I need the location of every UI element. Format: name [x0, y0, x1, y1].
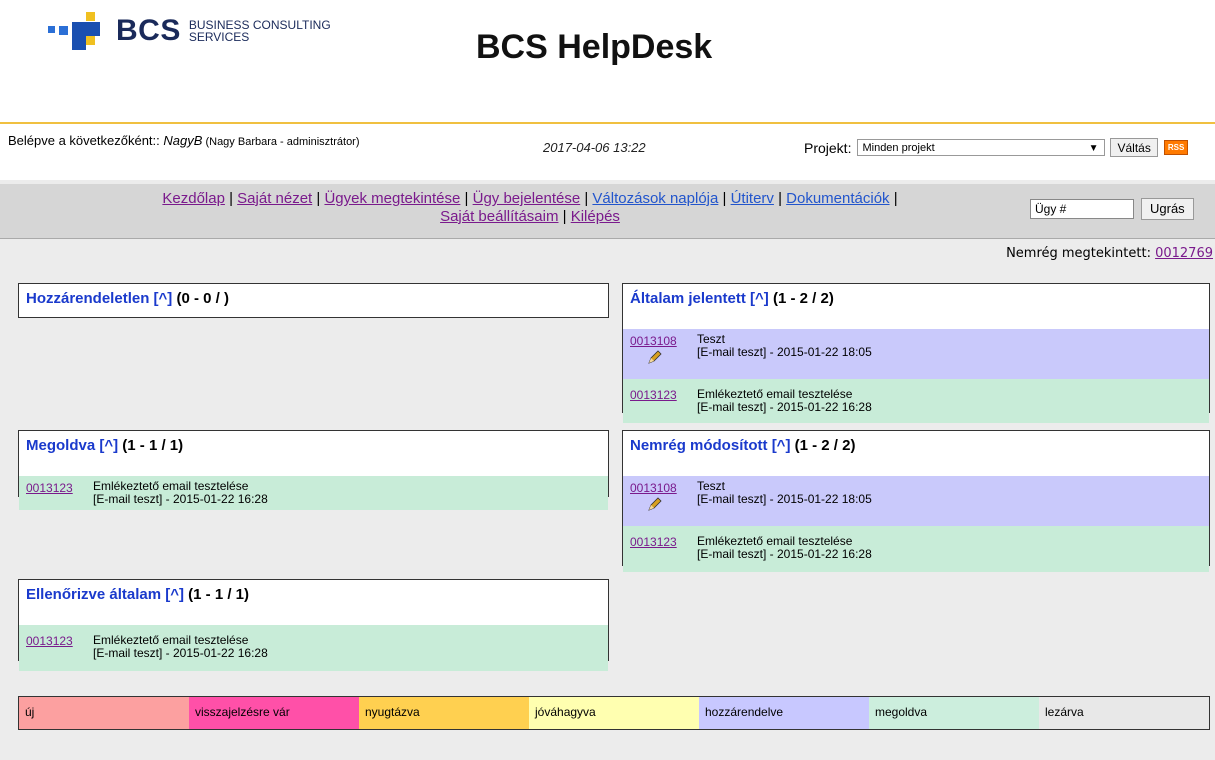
logo-subtitle: BUSINESS CONSULTING SERVICES [188, 18, 331, 44]
issue-meta: [E-mail teszt] - 2015-01-22 18:05 [697, 492, 872, 506]
list-item: 0013123 Emlékeztető email tesztelése [E-… [19, 625, 608, 671]
legend-acknowledged: nyugtázva [359, 697, 529, 729]
box-title: Általam jelentett [^] (1 - 2 / 2) [630, 290, 834, 307]
issue-id-link[interactable]: 0013123 [630, 388, 677, 402]
edit-pencil-icon[interactable] [647, 496, 663, 512]
legend-new: új [19, 697, 189, 729]
box-reported: Általam jelentett [^] (1 - 2 / 2) 001310… [622, 283, 1210, 423]
header: BCS BUSINESS CONSULTING SERVICES BCS Hel… [0, 0, 1215, 122]
box-title: Ellenőrizve általam [^] (1 - 1 / 1) [26, 586, 250, 603]
collapse-toggle[interactable]: [^] [99, 437, 118, 454]
box-title: Hozzárendeletlen [^] (0 - 0 / ) [26, 290, 229, 307]
issue-meta: [E-mail teszt] - 2015-01-22 16:28 [697, 400, 872, 414]
box-unassigned: Hozzárendeletlen [^] (0 - 0 / ) [18, 283, 609, 318]
list-item: 0013123 Emlékeztető email tesztelése [E-… [623, 526, 1209, 572]
collapse-toggle[interactable]: [^] [750, 290, 769, 307]
user-bar: Belépve a következőként:: NagyB (Nagy Ba… [0, 122, 1215, 180]
issue-number-input[interactable]: Ügy # [1030, 199, 1134, 219]
box-title-link[interactable]: Megoldva [26, 437, 95, 454]
status-legend: új visszajelzésre vár nyugtázva jóváhagy… [18, 696, 1210, 730]
issue-meta: [E-mail teszt] - 2015-01-22 16:28 [93, 646, 268, 660]
issue-id-link[interactable]: 0013108 [630, 334, 677, 348]
current-datetime: 2017-04-06 13:22 [543, 140, 646, 155]
username: NagyB [163, 133, 203, 148]
collapse-toggle[interactable]: [^] [772, 437, 791, 454]
logo-text: BCS [116, 14, 181, 47]
nav-links: Kezdőlap | Saját nézet | Ügyek megtekint… [162, 190, 898, 225]
app-title: BCS HelpDesk [476, 28, 713, 66]
box-resolved: Megoldva [^] (1 - 1 / 1) 0013123 Emlékez… [18, 430, 609, 510]
project-label: Projekt: [804, 139, 852, 156]
list-item: 0013123 Emlékeztető email tesztelése [E-… [19, 476, 608, 510]
box-title-link[interactable]: Hozzárendeletlen [26, 290, 149, 307]
recently-viewed: Nemrég megtekintett: 0012769 [1006, 246, 1213, 261]
box-title-link[interactable]: Nemrég módosított [630, 437, 768, 454]
nav-report-issue[interactable]: Ügy bejelentése [473, 190, 581, 207]
nav-changelog[interactable]: Változások naplója [592, 190, 718, 207]
box-title: Nemrég módosított [^] (1 - 2 / 2) [630, 437, 856, 454]
nav-logout[interactable]: Kilépés [571, 208, 620, 225]
box-verified: Ellenőrizve általam [^] (1 - 1 / 1) 0013… [18, 579, 609, 671]
issue-id-link[interactable]: 0013108 [630, 481, 677, 495]
login-info: Belépve a következőként:: NagyB (Nagy Ba… [8, 133, 360, 149]
project-select[interactable]: Minden projekt ▼ [857, 139, 1106, 156]
collapse-toggle[interactable]: [^] [165, 586, 184, 603]
box-title-link[interactable]: Ellenőrizve általam [26, 586, 161, 603]
nav-my-account[interactable]: Saját beállításaim [440, 208, 558, 225]
switch-project-button[interactable]: Váltás [1110, 138, 1158, 157]
list-item: 0013123 Emlékeztető email tesztelése [E-… [623, 379, 1209, 423]
rss-icon[interactable]: RSS [1163, 140, 1189, 155]
list-item: 0013108 Teszt [E-mail teszt] - 2015-01-2… [623, 476, 1209, 526]
user-fullname: (Nagy Barbara - adminisztrátor) [202, 136, 360, 148]
box-recently-modified: Nemrég módosított [^] (1 - 2 / 2) 001310… [622, 430, 1210, 572]
jump-to-issue: Ügy # Ugrás [1030, 198, 1194, 220]
issue-meta: [E-mail teszt] - 2015-01-22 16:28 [697, 547, 872, 561]
issue-id-link[interactable]: 0013123 [26, 481, 73, 495]
issue-id-link[interactable]: 0013123 [26, 634, 73, 648]
issue-meta: [E-mail teszt] - 2015-01-22 16:28 [93, 492, 268, 506]
project-selector: Projekt: Minden projekt ▼ Váltás RSS [804, 138, 1189, 157]
recent-issue-link[interactable]: 0012769 [1155, 246, 1213, 261]
logo-mark-icon [48, 8, 114, 54]
main-nav: Kezdőlap | Saját nézet | Ügyek megtekint… [0, 184, 1215, 239]
issue-id-link[interactable]: 0013123 [630, 535, 677, 549]
box-title-link[interactable]: Általam jelentett [630, 290, 746, 307]
legend-closed: lezárva [1039, 697, 1209, 729]
nav-docs[interactable]: Dokumentációk [786, 190, 889, 207]
jump-button[interactable]: Ugrás [1141, 198, 1194, 220]
box-title: Megoldva [^] (1 - 1 / 1) [26, 437, 184, 454]
company-logo[interactable]: BCS BUSINESS CONSULTING SERVICES [48, 8, 331, 54]
nav-home[interactable]: Kezdőlap [162, 190, 225, 207]
nav-roadmap[interactable]: Útiterv [731, 190, 774, 207]
issue-meta: [E-mail teszt] - 2015-01-22 18:05 [697, 345, 872, 359]
legend-feedback: visszajelzésre vár [189, 697, 359, 729]
collapse-toggle[interactable]: [^] [154, 290, 173, 307]
legend-resolved: megoldva [869, 697, 1039, 729]
list-item: 0013108 Teszt [E-mail teszt] - 2015-01-2… [623, 329, 1209, 379]
chevron-down-icon: ▼ [1088, 143, 1099, 154]
nav-my-view[interactable]: Saját nézet [237, 190, 312, 207]
edit-pencil-icon[interactable] [647, 349, 663, 365]
legend-assigned: hozzárendelve [699, 697, 869, 729]
legend-confirmed: jóváhagyva [529, 697, 699, 729]
nav-view-issues[interactable]: Ügyek megtekintése [324, 190, 460, 207]
